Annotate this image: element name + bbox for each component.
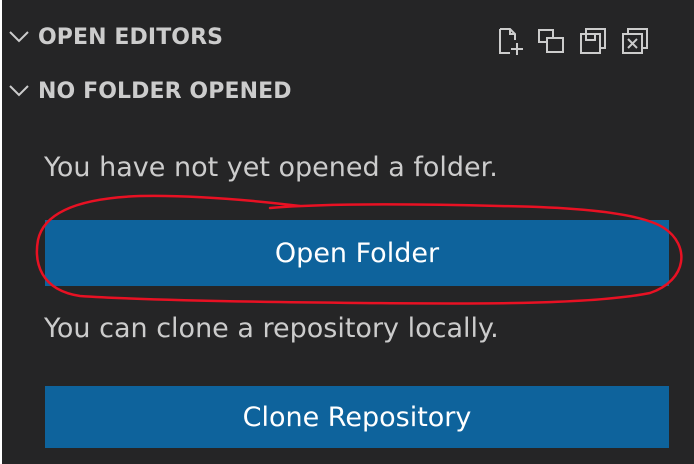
new-untitled-file-icon[interactable] bbox=[492, 24, 526, 58]
no-folder-message: You have not yet opened a folder. bbox=[44, 152, 498, 183]
open-editors-actions bbox=[492, 24, 652, 58]
clone-repository-message: You can clone a repository locally. bbox=[44, 313, 499, 344]
chevron-down-icon[interactable] bbox=[4, 76, 34, 106]
open-folder-button[interactable]: Open Folder bbox=[45, 220, 669, 286]
explorer-sidebar: OPEN EDITORS NO FOLDER OPENED You have n… bbox=[2, 0, 694, 464]
no-folder-title: NO FOLDER OPENED bbox=[38, 78, 292, 104]
save-all-icon[interactable] bbox=[576, 24, 610, 58]
open-editors-section-header[interactable]: OPEN EDITORS bbox=[2, 6, 694, 68]
close-all-editors-icon[interactable] bbox=[618, 24, 652, 58]
screenshot-canvas: OPEN EDITORS NO FOLDER OPENED You have n… bbox=[0, 0, 694, 464]
chevron-down-icon[interactable] bbox=[4, 22, 34, 52]
toggle-vertical-layout-icon[interactable] bbox=[534, 24, 568, 58]
open-editors-title: OPEN EDITORS bbox=[38, 24, 224, 50]
no-folder-section-header[interactable]: NO FOLDER OPENED bbox=[2, 60, 694, 122]
clone-repository-button[interactable]: Clone Repository bbox=[45, 386, 669, 448]
